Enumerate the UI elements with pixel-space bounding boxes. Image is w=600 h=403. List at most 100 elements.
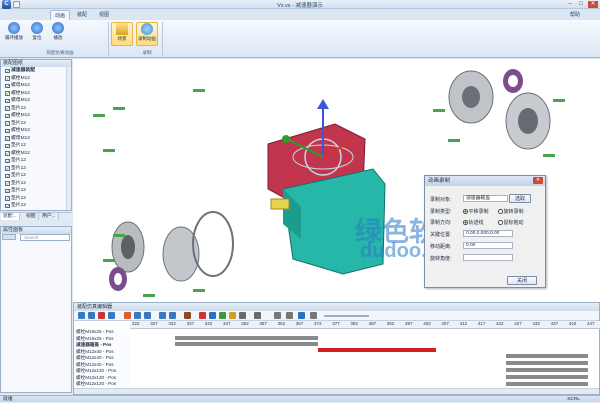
close-button[interactable]: ✕ [588,1,598,8]
record-animation-button[interactable]: 录制动画 [136,22,158,46]
tree-item[interactable]: 垫片12 [1,187,71,195]
timeline-hscrollbar[interactable] [74,388,599,394]
skip-forward-icon[interactable] [310,312,317,319]
tab-assembly[interactable]: 装配 [72,10,92,20]
tab-view[interactable]: 视图 [94,10,114,20]
scissors-icon[interactable] [254,312,261,319]
track-bar[interactable] [506,368,588,372]
tree-item[interactable]: 螺栓M12 [1,112,71,120]
step-back-icon[interactable] [286,312,293,319]
checkbox-icon[interactable] [5,195,10,202]
checkbox-icon[interactable] [5,68,10,74]
maximize-button[interactable]: □ [576,1,586,8]
checkbox-icon[interactable] [5,98,10,104]
tab-assembly-panel[interactable]: 装配... [1,213,20,220]
radio-rotate[interactable]: 旋转录制 [498,208,524,215]
tree-root[interactable]: 减速器装配 [1,67,71,75]
settings-icon[interactable] [239,312,246,319]
track-bar[interactable] [175,336,318,340]
checkbox-icon[interactable] [5,105,10,112]
scene-button[interactable]: 场景 [111,22,133,46]
reset-button[interactable]: 复位 [26,22,48,46]
tree-item[interactable]: 螺母M12 [1,135,71,143]
checkbox-icon[interactable] [5,158,10,164]
tree-item[interactable]: 垫片12 [1,165,71,173]
checkbox-icon[interactable] [5,150,10,157]
tree-item[interactable]: 垫片12 [1,202,71,210]
skip-back-icon[interactable] [274,312,281,319]
checkbox-icon[interactable] [5,165,10,172]
track-bar-selected[interactable] [318,348,436,352]
tree-item[interactable]: 垫片12 [1,195,71,203]
tree-scrollbar[interactable] [66,67,71,210]
undo-icon[interactable] [159,312,166,319]
tree-item[interactable]: 垫片12 [1,157,71,165]
checkbox-icon[interactable] [5,90,10,97]
radio-translate[interactable]: 平移录制 [463,208,489,215]
tree-item[interactable]: 垫片12 [1,172,71,180]
color-icon[interactable] [229,312,236,319]
path-icon[interactable] [219,312,226,319]
tree-item[interactable]: 螺栓M12 [1,150,71,158]
tree-item[interactable]: 垫片12 [1,142,71,150]
cut-icon[interactable] [124,312,131,319]
checkbox-icon[interactable] [5,135,10,142]
save-icon[interactable] [88,312,95,319]
minimize-button[interactable]: – [565,1,575,8]
checkbox-icon[interactable] [5,188,10,194]
track-bar[interactable] [506,382,588,386]
app-menu-button[interactable]: C [2,0,11,9]
track-bar[interactable] [506,375,588,379]
paste-icon[interactable] [144,312,151,319]
tab-view-panel[interactable]: 视图 [24,213,39,220]
zoom-slider[interactable] [324,315,369,317]
dialog-close-button[interactable]: 关闭 [507,276,537,285]
loop-play-button[interactable]: 循环播放 [3,22,25,46]
tab-animation[interactable]: 动画 [50,10,70,20]
quick-save-icon[interactable] [13,1,20,8]
tree-item[interactable]: 螺母M12 [1,97,71,105]
move-icon[interactable] [108,312,115,319]
angle-input[interactable] [463,254,513,261]
tree-item[interactable]: 垫片12 [1,105,71,113]
select-button[interactable]: 选取 [509,194,531,203]
tree-item[interactable]: 螺栓M12 [1,127,71,135]
delete-icon[interactable] [98,312,105,319]
distance-input[interactable]: 0.00 [463,242,513,249]
radio-trajectory[interactable]: 轨迹线 [463,219,484,226]
tree-item[interactable]: 垫片12 [1,120,71,128]
checkbox-icon[interactable] [5,120,10,127]
keypos-input[interactable]: 0.00,0.000,0.00 [463,230,513,237]
play-button[interactable]: 播放 [47,22,69,46]
timeline-play-icon[interactable] [298,312,305,319]
timeline-row-label[interactable]: 螺栓M12x120 - Pos [74,381,116,388]
checkbox-icon[interactable] [5,113,10,119]
checkbox-icon[interactable] [5,180,10,187]
track-bar[interactable] [506,361,588,365]
checkbox-icon[interactable] [5,143,10,149]
checkbox-icon[interactable] [5,128,10,134]
tree-item[interactable]: 螺栓M12 [1,75,71,83]
checkbox-icon[interactable] [5,75,10,82]
tree-item[interactable]: 螺母M12 [1,82,71,90]
copy-icon[interactable] [134,312,141,319]
property-search-input[interactable]: Search [20,234,70,241]
track-bar[interactable] [175,342,318,346]
tree-item[interactable]: 垫片12 [1,180,71,188]
redo-icon[interactable] [169,312,176,319]
track-bar[interactable] [506,354,588,358]
checkbox-icon[interactable] [5,203,10,209]
record-object-input[interactable]: 减速器箱盖 [463,195,508,202]
record-key-icon[interactable] [199,312,206,319]
tab-user-panel[interactable]: 用户... [40,213,59,220]
checkbox-icon[interactable] [5,173,10,179]
sort-icon[interactable] [2,234,16,240]
keyframe-icon[interactable] [209,312,216,319]
help-link[interactable]: 帮助 [570,11,580,18]
tree-item[interactable]: 螺栓M12 [1,90,71,98]
dialog-close-x[interactable]: ✕ [533,177,543,184]
link-icon[interactable] [184,312,191,319]
radio-mouse-drag[interactable]: 鼠标拖动 [498,219,524,226]
checkbox-icon[interactable] [5,83,10,89]
refresh-icon[interactable] [78,312,85,319]
